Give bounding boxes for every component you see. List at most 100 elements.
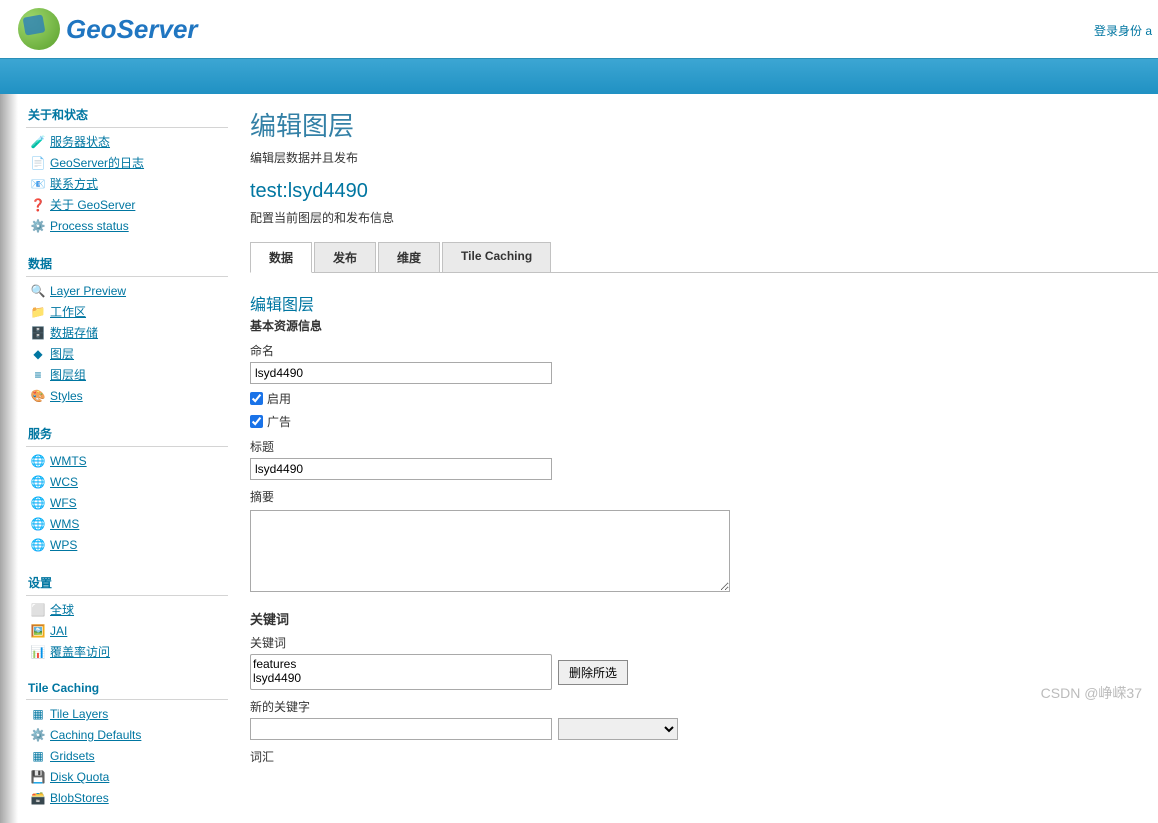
delete-keyword-button[interactable]: 删除所选 [558,660,628,685]
sidebar-icon: 📊 [30,645,46,661]
abstract-textarea[interactable] [250,510,730,592]
sidebar-item[interactable]: 🌐WMS [26,514,228,535]
tab[interactable]: 数据 [250,242,312,273]
name-label: 命名 [250,342,1158,359]
keywords-title: 关键词 [250,609,1158,628]
sidebar-section-title: 设置 [26,570,228,596]
sidebar-item-label[interactable]: Tile Layers [50,706,108,723]
sidebar-item[interactable]: ⬜全球 [26,600,228,621]
sidebar-icon: 📁 [30,305,46,321]
keyword-option[interactable]: lsyd4490 [253,671,549,685]
advert-label: 广告 [267,413,291,430]
sidebar-item[interactable]: ▦Gridsets [26,746,228,767]
new-keyword-input[interactable] [250,718,552,740]
sidebar-item-label[interactable]: 联系方式 [50,176,98,193]
sidebar-item[interactable]: 🗄️数据存储 [26,323,228,344]
sidebar-icon: 🌐 [30,475,46,491]
sidebar-icon: ⬜ [30,603,46,619]
vocab-label: 词汇 [250,748,1158,765]
sidebar-item-label[interactable]: Process status [50,218,129,235]
sidebar-item[interactable]: 🗃️BlobStores [26,788,228,809]
tab[interactable]: 发布 [314,242,376,272]
sidebar-item[interactable]: 📄GeoServer的日志 [26,153,228,174]
sidebar-item-label[interactable]: JAI [50,623,67,640]
sidebar-section-title: 数据 [26,251,228,277]
section-subtitle: 基本资源信息 [250,317,1158,334]
tabs: 数据发布维度Tile Caching [250,242,1158,273]
sidebar-icon: 🧪 [30,135,46,151]
sidebar-icon: 🌐 [30,496,46,512]
title-label: 标题 [250,438,1158,455]
layer-name: test:lsyd4490 [250,180,1158,203]
sidebar-item-label[interactable]: WMS [50,516,79,533]
sidebar-item[interactable]: 📁工作区 [26,302,228,323]
sidebar-icon: 🗄️ [30,326,46,342]
sidebar-item[interactable]: 🖼️JAI [26,621,228,642]
sidebar-section-title: 关于和状态 [26,102,228,128]
sidebar-item[interactable]: ▦Tile Layers [26,704,228,725]
sidebar-icon: 🖼️ [30,624,46,640]
sidebar-item-label[interactable]: BlobStores [50,790,109,807]
sidebar-icon: 🌐 [30,454,46,470]
sidebar-item[interactable]: ≡图层组 [26,365,228,386]
sidebar-item-label[interactable]: Styles [50,388,83,405]
sidebar-item[interactable]: 🔍Layer Preview [26,281,228,302]
sidebar-item-label[interactable]: WCS [50,474,78,491]
title-input[interactable] [250,458,552,480]
sidebar-icon: 💾 [30,770,46,786]
sidebar-icon: 🌐 [30,538,46,554]
sidebar-item-label[interactable]: GeoServer的日志 [50,155,144,172]
sidebar-item[interactable]: 🌐WMTS [26,451,228,472]
sidebar-section-title: 服务 [26,421,228,447]
tab[interactable]: Tile Caching [442,242,551,272]
main-content: 编辑图层 编辑层数据并且发布 test:lsyd4490 配置当前图层的和发布信… [228,94,1158,823]
keyword-list[interactable]: featureslsyd4490 [250,654,552,690]
sidebar-item-label[interactable]: 关于 GeoServer [50,197,135,214]
language-select[interactable] [558,718,678,740]
keyword-label: 关键词 [250,634,1158,651]
sidebar-item[interactable]: 💾Disk Quota [26,767,228,788]
name-input[interactable] [250,362,552,384]
sidebar-item[interactable]: ⚙️Caching Defaults [26,725,228,746]
sidebar-icon: 🔍 [30,284,46,300]
sidebar-item-label[interactable]: Caching Defaults [50,727,141,744]
sidebar-item[interactable]: 📧联系方式 [26,174,228,195]
sidebar-item-label[interactable]: 图层 [50,346,74,363]
abstract-label: 摘要 [250,488,1158,505]
sidebar-item[interactable]: 🌐WPS [26,535,228,556]
sidebar-icon: ⚙️ [30,219,46,235]
sidebar-item[interactable]: 🌐WFS [26,493,228,514]
sidebar-item-label[interactable]: 服务器状态 [50,134,110,151]
logo[interactable]: GeoServer [18,8,198,50]
layer-desc: 配置当前图层的和发布信息 [250,209,1158,226]
sidebar-item[interactable]: 🌐WCS [26,472,228,493]
logo-icon [18,8,60,50]
sidebar-icon: 🎨 [30,389,46,405]
sidebar-item-label[interactable]: 图层组 [50,367,86,384]
sidebar-item[interactable]: 📊覆盖率访问 [26,642,228,663]
advert-checkbox[interactable] [250,415,263,428]
sidebar-item-label[interactable]: WFS [50,495,77,512]
page-title: 编辑图层 [250,106,1158,143]
sidebar-item-label[interactable]: WPS [50,537,77,554]
sidebar-item-label[interactable]: 数据存储 [50,325,98,342]
sidebar-item[interactable]: ⚙️Process status [26,216,228,237]
sidebar-item[interactable]: 🎨Styles [26,386,228,407]
login-link[interactable]: 登录身份 a [1094,22,1152,39]
sidebar-item-label[interactable]: Disk Quota [50,769,109,786]
sidebar-item-label[interactable]: 工作区 [50,304,86,321]
tab[interactable]: 维度 [378,242,440,272]
sidebar-item-label[interactable]: Gridsets [50,748,95,765]
watermark: CSDN @峥嵘37 [1041,683,1142,703]
sidebar-item-label[interactable]: Layer Preview [50,283,126,300]
sidebar-item[interactable]: 🧪服务器状态 [26,132,228,153]
sidebar-item[interactable]: ❓关于 GeoServer [26,195,228,216]
sidebar-item-label[interactable]: WMTS [50,453,87,470]
header: GeoServer 登录身份 a [0,0,1158,58]
keyword-option[interactable]: features [253,657,549,671]
sidebar-item[interactable]: ◆图层 [26,344,228,365]
sidebar-item-label[interactable]: 覆盖率访问 [50,644,110,661]
sidebar-item-label[interactable]: 全球 [50,602,74,619]
enable-checkbox[interactable] [250,392,263,405]
logo-text: GeoServer [66,14,198,45]
